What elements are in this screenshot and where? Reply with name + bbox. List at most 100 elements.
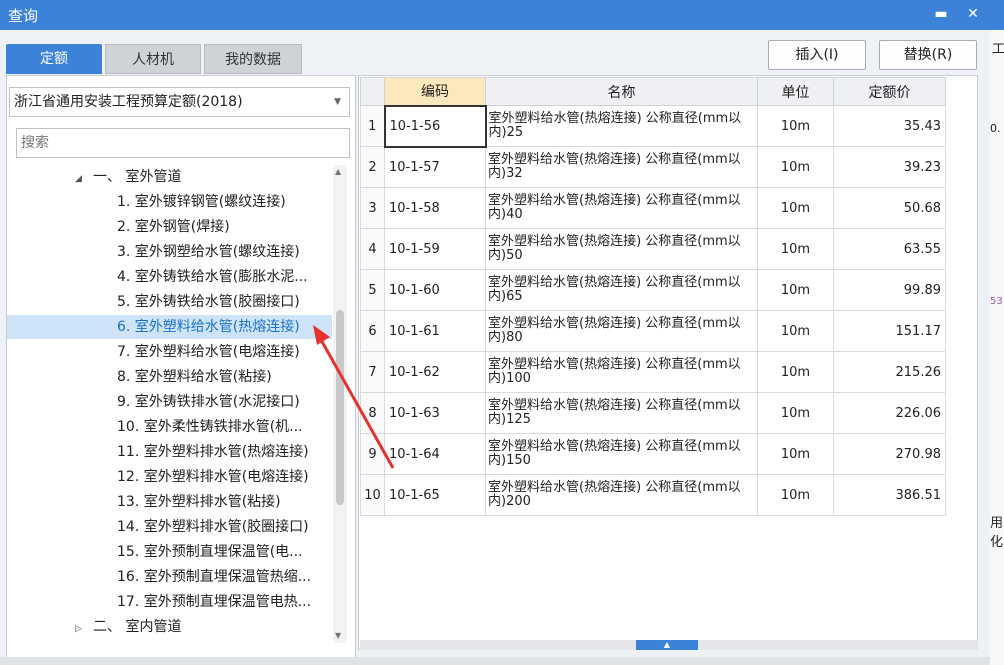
code-cell[interactable]: 10-1-65 [384, 474, 486, 516]
tree-item-label: 15. 室外预制直埋保温管(电... [117, 544, 303, 560]
tree-item[interactable]: 17. 室外预制直埋保温管电热... [7, 590, 332, 614]
unit-cell[interactable]: 10m [757, 105, 834, 147]
tree-item[interactable]: 9. 室外铸铁排水管(水泥接口) [7, 390, 332, 414]
tree-item-label: 二、 室内管道 [93, 619, 182, 635]
table-row[interactable]: 3 10-1-58 室外塑料给水管(热熔连接) 公称直径(mm以内)40 10m 50.… [360, 187, 946, 229]
table-row[interactable]: 6 10-1-61 室外塑料给水管(热熔连接) 公称直径(mm以内)80 10m 151… [360, 310, 946, 352]
table-row[interactable]: 1 10-1-56 室外塑料给水管(热熔连接) 公称直径(mm以内)25 10m 35.… [360, 104, 946, 148]
code-cell[interactable]: 10-1-60 [384, 269, 486, 311]
tree-item-label: 5. 室外铸铁给水管(胶圈接口) [117, 294, 300, 310]
name-cell[interactable]: 室外塑料给水管(热熔连接) 公称直径(mm以内)125 [485, 392, 758, 434]
scroll-up-icon[interactable]: ▲ [335, 167, 341, 176]
column-header-code[interactable]: 编码 [384, 77, 486, 106]
column-header-name[interactable]: 名称 [485, 77, 758, 106]
tree-item[interactable]: 1. 室外镀锌钢管(螺纹连接) [7, 190, 332, 214]
price-cell[interactable]: 270.98 [833, 433, 946, 475]
unit-cell[interactable]: 10m [757, 146, 834, 188]
tree-item[interactable]: 7. 室外塑料给水管(电熔连接) [7, 340, 332, 364]
unit-cell[interactable]: 10m [757, 474, 834, 516]
collapse-handle-icon[interactable]: ▲ [636, 640, 698, 650]
close-icon[interactable]: ✕ [962, 3, 984, 25]
tree-item[interactable]: 13. 室外塑料排水管(粘接) [7, 490, 332, 514]
tree-item[interactable]: 2. 室外钢管(焊接) [7, 215, 332, 239]
table-row[interactable]: 4 10-1-59 室外塑料给水管(热熔连接) 公称直径(mm以内)50 10m 63.… [360, 228, 946, 270]
column-header-unit[interactable]: 单位 [757, 77, 834, 106]
quota-table: 编码 名称 单位 定额价 1 10-1-56 室外塑料给水管(热熔连接) 公称直径(… [360, 77, 946, 516]
price-cell[interactable]: 151.17 [833, 310, 946, 352]
tree-item[interactable]: 11. 室外塑料排水管(热熔连接) [7, 440, 332, 464]
tree-item[interactable]: ▷ 二、 室内管道 [7, 615, 332, 639]
tree-item[interactable]: 10. 室外柔性铸铁排水管(机... [7, 415, 332, 439]
tree-item-label: 6. 室外塑料给水管(热熔连接) [117, 319, 300, 335]
price-cell[interactable]: 215.26 [833, 351, 946, 393]
name-cell[interactable]: 室外塑料给水管(热熔连接) 公称直径(mm以内)50 [485, 228, 758, 270]
background-text: 用化 [990, 516, 1004, 550]
title-bar: 查询 ▬ ✕ [0, 0, 1004, 30]
unit-cell[interactable]: 10m [757, 310, 834, 352]
library-select[interactable]: 浙江省通用安装工程预算定额(2018) ▼ [9, 87, 350, 117]
name-cell[interactable]: 室外塑料给水管(热熔连接) 公称直径(mm以内)65 [485, 269, 758, 311]
tree-item-label: 一、 室外管道 [93, 169, 182, 185]
status-strip [0, 657, 990, 665]
table-row[interactable]: 10 10-1-65 室外塑料给水管(热熔连接) 公称直径(mm以内)200 10m 3… [360, 474, 946, 516]
name-cell[interactable]: 室外塑料给水管(热熔连接) 公称直径(mm以内)32 [485, 146, 758, 188]
expand-icon[interactable]: ▷ [75, 617, 87, 641]
code-cell[interactable]: 10-1-59 [384, 228, 486, 270]
name-cell[interactable]: 室外塑料给水管(热熔连接) 公称直径(mm以内)25 [485, 105, 758, 147]
tree-item[interactable]: 6. 室外塑料给水管(热熔连接) [7, 315, 332, 339]
name-cell[interactable]: 室外塑料给水管(热熔连接) 公称直径(mm以内)100 [485, 351, 758, 393]
code-cell[interactable]: 10-1-57 [384, 146, 486, 188]
insert-button[interactable]: 插入(I) [768, 40, 866, 70]
unit-cell[interactable]: 10m [757, 187, 834, 229]
tree-item[interactable]: ◢ 一、 室外管道 [7, 165, 332, 189]
background-text: 0. [990, 122, 1001, 135]
tree-item[interactable]: 8. 室外塑料给水管(粘接) [7, 365, 332, 389]
unit-cell[interactable]: 10m [757, 392, 834, 434]
price-cell[interactable]: 35.43 [833, 105, 946, 147]
price-cell[interactable]: 99.89 [833, 269, 946, 311]
name-cell[interactable]: 室外塑料给水管(热熔连接) 公称直径(mm以内)200 [485, 474, 758, 516]
name-cell[interactable]: 室外塑料给水管(热熔连接) 公称直径(mm以内)40 [485, 187, 758, 229]
tab-labor-materials[interactable]: 人材机 [105, 44, 201, 74]
table-row[interactable]: 7 10-1-62 室外塑料给水管(热熔连接) 公称直径(mm以内)100 10m 21… [360, 351, 946, 393]
column-header-price[interactable]: 定额价 [833, 77, 946, 106]
price-cell[interactable]: 226.06 [833, 392, 946, 434]
tab-my-data[interactable]: 我的数据 [204, 44, 302, 74]
tree-item[interactable]: 15. 室外预制直埋保温管(电... [7, 540, 332, 564]
replace-button[interactable]: 替换(R) [879, 40, 977, 70]
scroll-down-icon[interactable]: ▼ [335, 631, 341, 640]
collapse-icon[interactable]: ◢ [75, 167, 87, 191]
unit-cell[interactable]: 10m [757, 351, 834, 393]
name-cell[interactable]: 室外塑料给水管(热熔连接) 公称直径(mm以内)150 [485, 433, 758, 475]
price-cell[interactable]: 63.55 [833, 228, 946, 270]
maximize-icon[interactable]: ▬ [930, 3, 952, 25]
tree-item-label: 11. 室外塑料排水管(热熔连接) [117, 444, 309, 460]
table-row[interactable]: 9 10-1-64 室外塑料给水管(热熔连接) 公称直径(mm以内)150 10m 27… [360, 433, 946, 475]
table-row[interactable]: 8 10-1-63 室外塑料给水管(热熔连接) 公称直径(mm以内)125 10m 22… [360, 392, 946, 434]
tree-item[interactable]: 16. 室外预制直埋保温管热缩... [7, 565, 332, 589]
background-text: 工 [992, 42, 1004, 57]
tree-item-label: 17. 室外预制直埋保温管电热... [117, 594, 312, 610]
code-cell[interactable]: 10-1-58 [384, 187, 486, 229]
chevron-down-icon[interactable]: ▼ [334, 88, 341, 116]
unit-cell[interactable]: 10m [757, 433, 834, 475]
code-cell[interactable]: 10-1-56 [383, 104, 487, 148]
tree-item[interactable]: 5. 室外铸铁给水管(胶圈接口) [7, 290, 332, 314]
tree-item[interactable]: 3. 室外钢塑给水管(螺纹连接) [7, 240, 332, 264]
horizontal-scrollbar[interactable]: ▲ [360, 640, 978, 650]
tab-quota[interactable]: 定额 [6, 44, 102, 74]
tree-item[interactable]: 4. 室外铸铁给水管(膨胀水泥... [7, 265, 332, 289]
search-input[interactable] [16, 128, 350, 158]
price-cell[interactable]: 50.68 [833, 187, 946, 229]
tree-item-label: 9. 室外铸铁排水管(水泥接口) [117, 394, 300, 410]
price-cell[interactable]: 386.51 [833, 474, 946, 516]
table-row[interactable]: 2 10-1-57 室外塑料给水管(热熔连接) 公称直径(mm以内)32 10m 39.… [360, 146, 946, 188]
tree-item-label: 16. 室外预制直埋保温管热缩... [117, 569, 312, 585]
tree-item[interactable]: 12. 室外塑料排水管(电熔连接) [7, 465, 332, 489]
name-cell[interactable]: 室外塑料给水管(热熔连接) 公称直径(mm以内)80 [485, 310, 758, 352]
table-row[interactable]: 5 10-1-60 室外塑料给水管(热熔连接) 公称直径(mm以内)65 10m 99.… [360, 269, 946, 311]
tree-item[interactable]: 14. 室外塑料排水管(胶圈接口) [7, 515, 332, 539]
unit-cell[interactable]: 10m [757, 228, 834, 270]
unit-cell[interactable]: 10m [757, 269, 834, 311]
price-cell[interactable]: 39.23 [833, 146, 946, 188]
